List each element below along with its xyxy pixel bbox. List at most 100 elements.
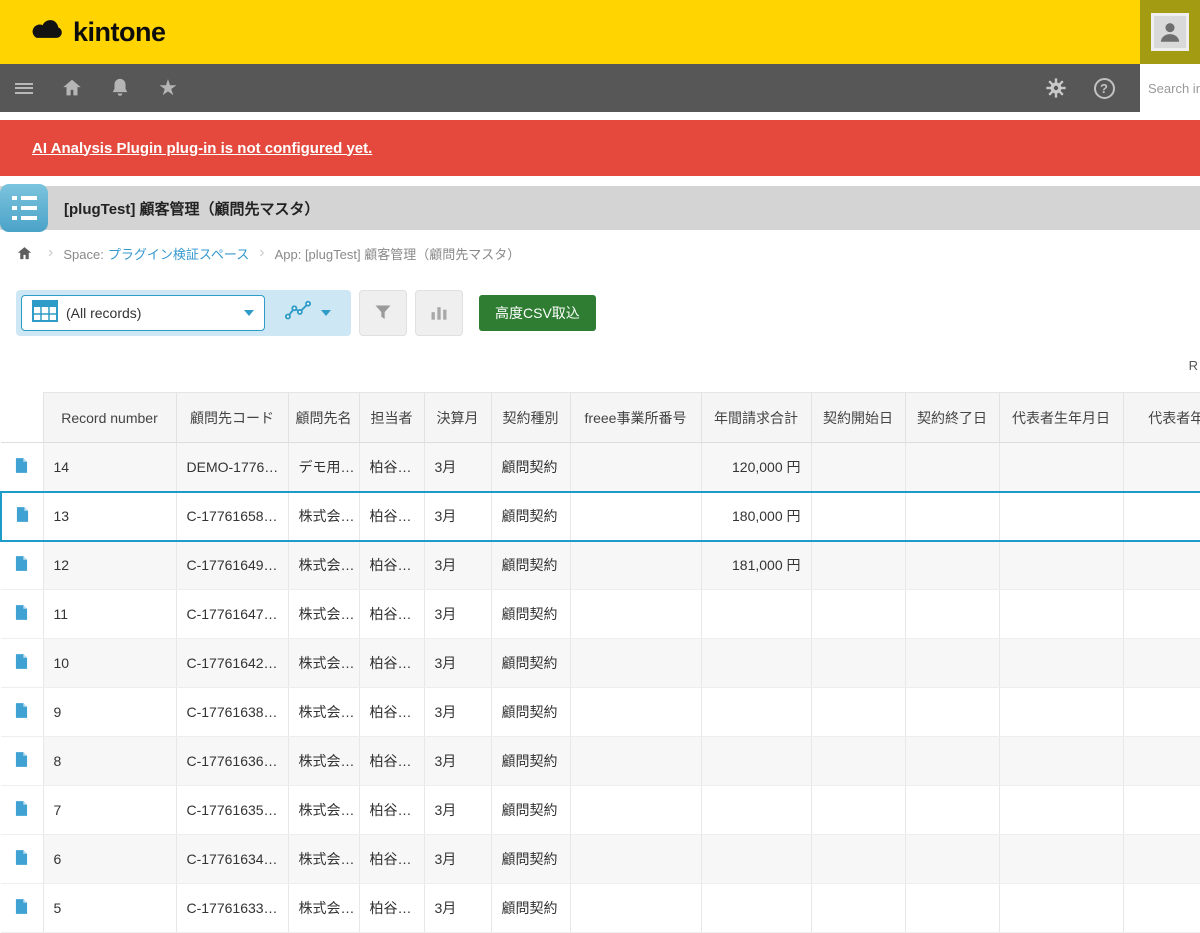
column-header-fiscal-month[interactable]: 決算月	[424, 393, 491, 443]
cell-annual-billing-total	[701, 835, 811, 884]
cell-contract-start	[811, 688, 905, 737]
view-selector[interactable]: (All records)	[21, 295, 265, 331]
table-row[interactable]: 12 C-17761649… 株式会… 柏谷… 3月 顧問契約 181,000 …	[1, 541, 1200, 590]
app-icon[interactable]	[0, 184, 48, 232]
filter-button[interactable]	[359, 290, 407, 336]
cell-manager: 柏谷…	[359, 590, 424, 639]
record-document-icon[interactable]	[15, 555, 28, 572]
chart-menu-button[interactable]	[265, 290, 351, 336]
cell-rep-birthday	[999, 443, 1123, 492]
cell-record-number: 8	[43, 737, 176, 786]
table-row[interactable]: 10 C-17761642… 株式会… 柏谷… 3月 顧問契約	[1, 639, 1200, 688]
cell-rep-age	[1123, 737, 1200, 786]
table-row[interactable]: 13 C-17761658… 株式会… 柏谷… 3月 顧問契約 180,000 …	[1, 492, 1200, 541]
table-row[interactable]: 14 DEMO-1776… デモ用… 柏谷… 3月 顧問契約 120,000 円	[1, 443, 1200, 492]
cell-contract-start	[811, 492, 905, 541]
cell-manager: 柏谷…	[359, 884, 424, 933]
record-icon-cell	[1, 835, 43, 884]
settings-gear-icon[interactable]	[1032, 64, 1080, 112]
kintone-cloud-icon	[30, 18, 66, 46]
user-avatar-button[interactable]	[1140, 0, 1200, 64]
breadcrumb-separator: ›	[48, 244, 53, 262]
cell-client-code: C-17761633…	[176, 884, 288, 933]
menu-icon[interactable]	[0, 64, 48, 112]
record-document-icon[interactable]	[15, 457, 28, 474]
table-row[interactable]: 5 C-17761633… 株式会… 柏谷… 3月 顧問契約	[1, 884, 1200, 933]
record-document-icon[interactable]	[15, 653, 28, 670]
record-document-icon[interactable]	[15, 604, 28, 621]
record-document-icon[interactable]	[15, 849, 28, 866]
chart-button[interactable]	[415, 290, 463, 336]
cell-client-code: C-17761638…	[176, 688, 288, 737]
record-icon-cell	[1, 541, 43, 590]
record-icon-cell	[1, 737, 43, 786]
breadcrumb-space-link[interactable]: プラグイン検証スペース	[108, 247, 249, 262]
cell-contract-start	[811, 884, 905, 933]
cell-annual-billing-total	[701, 884, 811, 933]
breadcrumb-space-label: Space:	[63, 247, 103, 262]
app-title: [plugTest] 顧客管理（顧問先マスタ）	[64, 198, 320, 219]
plugin-warning-link[interactable]: AI Analysis Plugin plug-in is not config…	[32, 140, 372, 157]
column-header-contract-type[interactable]: 契約種別	[491, 393, 570, 443]
cell-rep-birthday	[999, 492, 1123, 541]
column-header-record-number[interactable]: Record number	[43, 393, 176, 443]
search-input[interactable]: Search in	[1140, 64, 1200, 112]
navbar-right: ? Search in	[1032, 64, 1200, 112]
column-header-client-name[interactable]: 顧問先名	[288, 393, 359, 443]
cell-annual-billing-total	[701, 688, 811, 737]
column-header-annual-billing-total[interactable]: 年間請求合計	[701, 393, 811, 443]
column-header-contract-end[interactable]: 契約終了日	[905, 393, 999, 443]
favorites-star-icon[interactable]: ★	[144, 64, 192, 112]
column-header-manager[interactable]: 担当者	[359, 393, 424, 443]
cell-manager: 柏谷…	[359, 835, 424, 884]
home-icon[interactable]	[48, 64, 96, 112]
table-row[interactable]: 9 C-17761638… 株式会… 柏谷… 3月 顧問契約	[1, 688, 1200, 737]
table-row[interactable]: 7 C-17761635… 株式会… 柏谷… 3月 顧問契約	[1, 786, 1200, 835]
cell-client-code: C-17761658…	[176, 492, 288, 541]
breadcrumb-app: App: [plugTest] 顧客管理（顧問先マスタ）	[275, 244, 521, 263]
column-header-rep-age[interactable]: 代表者年齢	[1123, 393, 1200, 443]
help-icon[interactable]: ?	[1080, 64, 1128, 112]
column-header-contract-start[interactable]: 契約開始日	[811, 393, 905, 443]
table-row[interactable]: 6 C-17761634… 株式会… 柏谷… 3月 顧問契約	[1, 835, 1200, 884]
record-document-icon[interactable]	[15, 702, 28, 719]
record-document-icon[interactable]	[15, 800, 28, 817]
record-document-icon[interactable]	[15, 898, 28, 915]
cell-contract-type: 顧問契約	[491, 590, 570, 639]
cell-contract-type: 顧問契約	[491, 541, 570, 590]
column-header-rep-birthday[interactable]: 代表者生年月日	[999, 393, 1123, 443]
kintone-page: kintone ★ ? Search in AI Analysis	[0, 0, 1200, 933]
avatar	[1151, 13, 1189, 51]
record-document-icon[interactable]	[16, 506, 29, 523]
record-document-icon[interactable]	[15, 751, 28, 768]
icon-column-header	[1, 393, 43, 443]
kintone-logo[interactable]: kintone	[30, 17, 166, 48]
cell-freee-office-no	[570, 443, 701, 492]
cell-contract-end	[905, 688, 999, 737]
csv-import-button[interactable]: 高度CSV取込	[479, 295, 596, 331]
cell-fiscal-month: 3月	[424, 835, 491, 884]
cell-rep-birthday	[999, 884, 1123, 933]
cell-client-name: 株式会…	[288, 786, 359, 835]
breadcrumb-home-icon[interactable]	[10, 245, 38, 262]
cell-manager: 柏谷…	[359, 639, 424, 688]
cell-client-code: C-17761634…	[176, 835, 288, 884]
table-header-row: Record number 顧問先コード 顧問先名 担当者 決算月 契約種別 f…	[1, 393, 1200, 443]
cell-contract-end	[905, 786, 999, 835]
notifications-bell-icon[interactable]	[96, 64, 144, 112]
kintone-header: kintone	[0, 0, 1200, 64]
cell-contract-type: 顧問契約	[491, 835, 570, 884]
chevron-down-icon	[321, 310, 331, 316]
table-body: 14 DEMO-1776… デモ用… 柏谷… 3月 顧問契約 120,000 円…	[1, 443, 1200, 933]
table-row[interactable]: 11 C-17761647… 株式会… 柏谷… 3月 顧問契約	[1, 590, 1200, 639]
cell-contract-start	[811, 443, 905, 492]
cell-client-name: 株式会…	[288, 590, 359, 639]
column-header-freee-office-no[interactable]: freee事業所番号	[570, 393, 701, 443]
cell-manager: 柏谷…	[359, 492, 424, 541]
cell-rep-age	[1123, 541, 1200, 590]
cell-client-code: C-17761642…	[176, 639, 288, 688]
table-row[interactable]: 8 C-17761636… 株式会… 柏谷… 3月 顧問契約	[1, 737, 1200, 786]
cell-client-code: C-17761636…	[176, 737, 288, 786]
breadcrumb: › Space:プラグイン検証スペース › App: [plugTest] 顧客…	[0, 230, 1200, 276]
column-header-client-code[interactable]: 顧問先コード	[176, 393, 288, 443]
